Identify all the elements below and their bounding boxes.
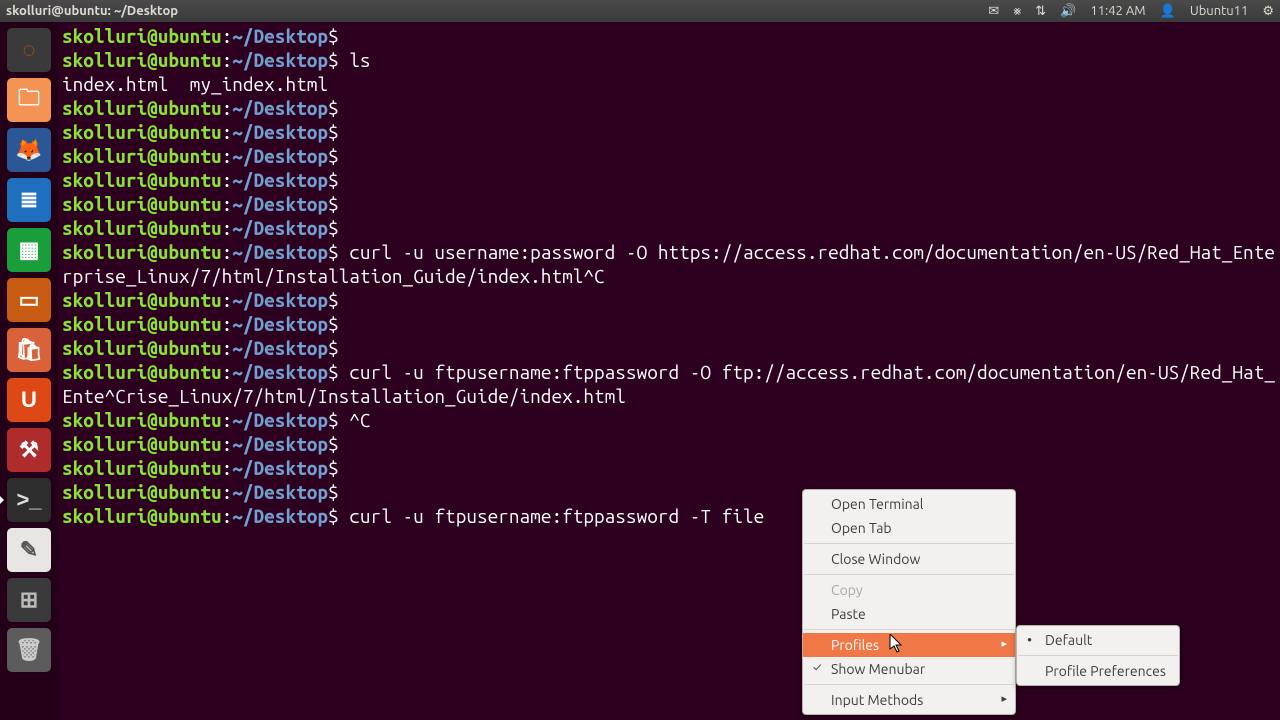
menu-copy: Copy	[803, 578, 1015, 602]
launcher-files[interactable]: 🗀	[5, 76, 53, 124]
menu-open-terminal[interactable]: Open Terminal	[803, 492, 1015, 516]
menu-separator	[804, 543, 1014, 544]
menu-paste[interactable]: Paste	[803, 602, 1015, 626]
menu-separator	[804, 574, 1014, 575]
mail-icon[interactable]: ✉	[988, 4, 999, 19]
menu-separator	[1018, 655, 1178, 656]
bluetooth-icon[interactable]: ⨳	[1013, 4, 1021, 19]
menu-show-menubar[interactable]: Show Menubar	[803, 657, 1015, 681]
network-icon[interactable]: ⇅	[1035, 4, 1046, 19]
launcher-calc[interactable]: ▦	[5, 226, 53, 274]
menu-separator	[804, 684, 1014, 685]
sound-icon[interactable]: 🔊	[1060, 4, 1076, 19]
menu-profiles[interactable]: Profiles	[803, 633, 1015, 657]
menu-close-window[interactable]: Close Window	[803, 547, 1015, 571]
context-menu: Open TerminalOpen Tab Close Window CopyPas…	[802, 489, 1016, 715]
launcher-settings[interactable]: ⚒	[5, 426, 53, 474]
user-label[interactable]: Ubuntu11	[1190, 4, 1249, 18]
launcher-terminal[interactable]: >_	[5, 476, 53, 524]
launcher-software[interactable]: 🛍	[5, 326, 53, 374]
menu-input-methods[interactable]: Input Methods	[803, 688, 1015, 712]
submenu-profile-preferences[interactable]: Profile Preferences	[1017, 659, 1179, 683]
launcher-trash[interactable]: 🗑	[5, 626, 53, 674]
window-title: skolluri@ubuntu: ~/Desktop	[6, 4, 178, 18]
profiles-submenu: Default Profile Preferences	[1016, 625, 1180, 686]
launcher-writer[interactable]: ≣	[5, 176, 53, 224]
menu-open-tab[interactable]: Open Tab	[803, 516, 1015, 540]
session-icon[interactable]: ⚙	[1262, 4, 1274, 19]
launcher-workspace[interactable]: ⊞	[5, 576, 53, 624]
launcher-firefox[interactable]: 🦊	[5, 126, 53, 174]
mouse-cursor	[889, 634, 903, 654]
launcher-ubuntu-one[interactable]: U	[5, 376, 53, 424]
terminal-content[interactable]: skolluri@ubuntu:~/Desktop$ skolluri@ubun…	[58, 22, 1280, 720]
menu-separator	[804, 629, 1014, 630]
launcher: ◌🗀🦊≣▦▭🛍U⚒>_✎⊞🗑	[0, 22, 58, 720]
clock[interactable]: 11:42 AM	[1090, 4, 1145, 18]
launcher-text-editor[interactable]: ✎	[5, 526, 53, 574]
launcher-dash[interactable]: ◌	[5, 26, 53, 74]
user-icon[interactable]: 👤	[1160, 4, 1176, 19]
submenu-default[interactable]: Default	[1017, 628, 1179, 652]
indicator-area: ✉ ⨳ ⇅ 🔊 11:42 AM 👤 Ubuntu11 ⚙	[988, 4, 1274, 19]
top-panel: skolluri@ubuntu: ~/Desktop ✉ ⨳ ⇅ 🔊 11:42…	[0, 0, 1280, 22]
launcher-impress[interactable]: ▭	[5, 276, 53, 324]
